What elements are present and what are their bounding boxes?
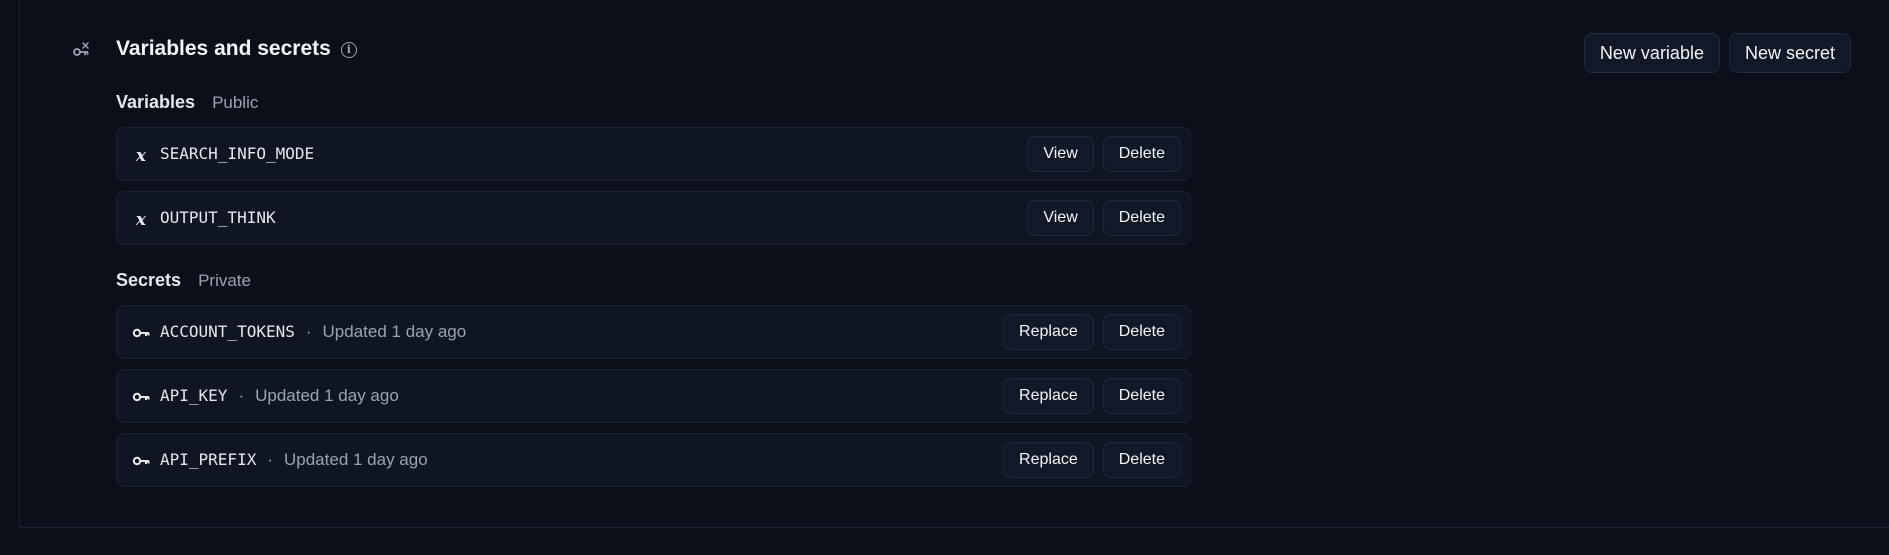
variable-row: x OUTPUT_THINK View Delete xyxy=(116,191,1191,245)
replace-button[interactable]: Replace xyxy=(1003,314,1094,350)
variables-subtitle: Public xyxy=(212,93,259,112)
secret-row: API_PREFIX · Updated 1 day ago Replace D… xyxy=(116,433,1191,487)
secret-updated: Updated 1 day ago xyxy=(284,450,428,469)
replace-button[interactable]: Replace xyxy=(1003,378,1094,414)
new-variable-button[interactable]: New variable xyxy=(1583,33,1720,73)
variable-actions: View Delete xyxy=(1027,136,1181,172)
key-icon xyxy=(132,392,150,402)
secret-name-line: API_KEY · Updated 1 day ago xyxy=(160,386,399,406)
replace-button[interactable]: Replace xyxy=(1003,442,1094,478)
secret-name: ACCOUNT_TOKENS xyxy=(160,322,295,341)
secret-name-line: ACCOUNT_TOKENS · Updated 1 day ago xyxy=(160,322,466,342)
delete-button[interactable]: Delete xyxy=(1102,136,1181,172)
variable-icon: x xyxy=(135,210,147,228)
view-button[interactable]: View xyxy=(1027,136,1094,172)
svg-text:x: x xyxy=(135,146,147,164)
section-title: Variables and secrets xyxy=(116,37,331,60)
variable-name: OUTPUT_THINK xyxy=(160,208,276,227)
settings-panel: Variables and secrets i New variable New… xyxy=(19,0,1889,528)
secret-actions: Replace Delete xyxy=(1003,442,1181,478)
secrets-header: Secrets Private xyxy=(116,270,251,291)
secret-name: API_KEY xyxy=(160,386,228,405)
key-icon xyxy=(132,456,150,466)
secret-row: ACCOUNT_TOKENS · Updated 1 day ago Repla… xyxy=(116,305,1191,359)
separator-dot: · xyxy=(267,450,273,469)
variable-name: SEARCH_INFO_MODE xyxy=(160,144,315,163)
variables-header: Variables Public xyxy=(116,92,258,113)
separator-dot: · xyxy=(238,386,245,405)
new-secret-button[interactable]: New secret xyxy=(1728,33,1851,73)
secret-actions: Replace Delete xyxy=(1003,314,1181,350)
delete-button[interactable]: Delete xyxy=(1102,378,1181,414)
delete-button[interactable]: Delete xyxy=(1102,442,1181,478)
secrets-subtitle: Private xyxy=(198,271,251,290)
key-icon xyxy=(132,328,150,338)
secret-name: API_PREFIX xyxy=(160,450,257,469)
secret-actions: Replace Delete xyxy=(1003,378,1181,414)
section-actions: New variable New secret xyxy=(1583,33,1851,73)
secret-updated: Updated 1 day ago xyxy=(322,322,467,341)
secrets-title: Secrets xyxy=(116,270,182,290)
variable-icon: x xyxy=(135,146,147,164)
svg-text:x: x xyxy=(135,210,147,228)
separator-dot: · xyxy=(305,322,312,341)
variable-row: x SEARCH_INFO_MODE View Delete xyxy=(116,127,1191,181)
key-link-icon xyxy=(73,42,89,56)
section-header: Variables and secrets i xyxy=(116,37,357,61)
delete-button[interactable]: Delete xyxy=(1102,314,1181,350)
secret-updated: Updated 1 day ago xyxy=(255,386,399,405)
delete-button[interactable]: Delete xyxy=(1102,200,1181,236)
info-icon[interactable]: i xyxy=(340,41,357,58)
secret-row: API_KEY · Updated 1 day ago Replace Dele… xyxy=(116,369,1191,423)
variables-title: Variables xyxy=(116,92,196,112)
view-button[interactable]: View xyxy=(1027,200,1094,236)
variable-actions: View Delete xyxy=(1027,200,1181,236)
secret-name-line: API_PREFIX · Updated 1 day ago xyxy=(160,450,428,470)
